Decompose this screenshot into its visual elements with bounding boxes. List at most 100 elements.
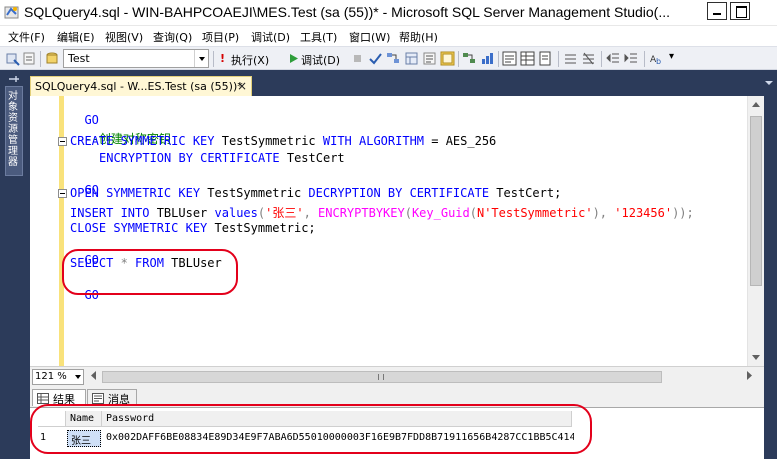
row-number-header xyxy=(38,411,66,427)
menu-debug[interactable]: 调试(D) xyxy=(251,29,290,45)
collapse-region-icon[interactable] xyxy=(58,137,67,146)
execute-button[interactable]: 执行(X) xyxy=(231,52,269,68)
code-line-4: ENCRYPTION BY CERTIFICATE TestCert xyxy=(99,151,345,165)
debug-button[interactable]: 调试(D) xyxy=(301,52,340,68)
code-identifier: TestSymmetric xyxy=(200,186,309,200)
column-header-password[interactable]: Password xyxy=(102,411,572,427)
code-keyword: CLOSE SYMMETRIC KEY xyxy=(70,221,208,235)
specify-values-icon[interactable]: A b xyxy=(650,51,665,66)
menu-edit[interactable]: 编辑(E) xyxy=(57,29,95,45)
results-grid: Name Password 1 张三 0x002DAFF6BE08834E89D… xyxy=(30,407,764,459)
code-keyword: DECRYPTION BY CERTIFICATE xyxy=(308,186,490,200)
code-string: N'TestSymmetric' xyxy=(476,206,593,220)
ssms-app-icon xyxy=(4,6,19,19)
row-number[interactable]: 1 xyxy=(38,431,66,447)
code-identifier: TestSymmetric xyxy=(214,134,323,148)
database-select[interactable]: Test xyxy=(63,49,209,68)
cell-password[interactable]: 0x002DAFF6BE08834E89D34E9F7ABA6D55010000… xyxy=(104,431,574,447)
options-icon[interactable] xyxy=(422,51,437,66)
pin-icon[interactable] xyxy=(7,74,20,84)
menu-file[interactable]: 文件(F) xyxy=(8,29,45,45)
toolbar-separator xyxy=(644,51,645,67)
toolbar-separator xyxy=(558,51,559,67)
scroll-up-icon[interactable] xyxy=(752,101,760,107)
debug-play-icon xyxy=(290,54,298,63)
code-identifier: TestSymmetric; xyxy=(207,221,316,235)
scroll-right-icon[interactable] xyxy=(747,371,753,380)
vertical-scroll-thumb[interactable] xyxy=(750,116,762,286)
toolbar-separator xyxy=(40,51,41,67)
results-tab-strip: 结果 消息 xyxy=(30,386,764,407)
editor-status-strip: 121 % xyxy=(30,366,764,386)
toolbar-separator xyxy=(601,51,602,67)
title-bar: SQLQuery4.sql - WIN-BAHPCOAEJI\MES.Test … xyxy=(0,0,777,26)
chevron-down-icon[interactable] xyxy=(75,375,81,379)
maximize-button[interactable] xyxy=(730,2,750,20)
results-grid-icon[interactable] xyxy=(520,51,535,66)
tab-results[interactable]: 结果 xyxy=(32,389,86,406)
chevron-down-icon[interactable] xyxy=(194,50,208,67)
tab-list-dropdown-icon[interactable] xyxy=(764,78,774,88)
include-plan-icon[interactable] xyxy=(462,51,477,66)
uncomment-lines-icon[interactable] xyxy=(581,51,596,66)
toolbar-separator xyxy=(498,51,499,67)
menu-bar: 文件(F) 编辑(E) 视图(V) 查询(Q) 项目(P) 调试(D) 工具(T… xyxy=(0,26,777,46)
zoom-select[interactable]: 121 % xyxy=(32,369,84,385)
code-punct: ), xyxy=(592,206,615,220)
menu-project[interactable]: 项目(P) xyxy=(202,29,239,45)
code-function: ENCRYPTBYKEY xyxy=(318,206,405,220)
code-keyword: FROM xyxy=(135,256,164,270)
zoom-level: 121 % xyxy=(35,371,67,382)
cell-name[interactable]: 张三 xyxy=(67,430,101,447)
scroll-left-icon[interactable] xyxy=(90,371,96,380)
menu-help[interactable]: 帮助(H) xyxy=(399,29,438,45)
cancel-query-icon[interactable] xyxy=(350,51,365,66)
query-designer-icon[interactable] xyxy=(404,51,419,66)
code-identifier: TestCert; xyxy=(489,186,562,200)
code-go: GO xyxy=(84,288,99,302)
menu-query[interactable]: 查询(Q) xyxy=(153,29,192,45)
scroll-down-icon[interactable] xyxy=(752,355,760,361)
close-icon[interactable]: × xyxy=(237,79,247,93)
code-line-6: OPEN SYMMETRIC KEY TestSymmetric DECRYPT… xyxy=(70,186,561,200)
code-keyword: CREATE SYMMETRIC KEY xyxy=(70,134,215,148)
parse-check-icon[interactable] xyxy=(368,51,383,66)
code-keyword: values xyxy=(214,206,258,220)
code-punct: ( xyxy=(469,206,477,220)
code-string: '123456' xyxy=(614,206,673,220)
results-to-text-icon[interactable] xyxy=(502,51,517,66)
code-keyword: ENCRYPTION BY CERTIFICATE xyxy=(99,151,280,165)
code-punct: ( xyxy=(404,206,412,220)
connect-icon[interactable] xyxy=(5,51,20,66)
client-statistics-icon[interactable] xyxy=(480,51,495,66)
toolbar-separator xyxy=(213,51,214,67)
tab-sqlquery4[interactable]: SQLQuery4.sql - W...ES.Test (sa (55))* × xyxy=(30,76,252,96)
change-connection-icon[interactable] xyxy=(22,51,37,66)
menu-view[interactable]: 视图(V) xyxy=(105,29,143,45)
results-to-file-icon[interactable] xyxy=(538,51,553,66)
minimize-button[interactable] xyxy=(707,2,727,20)
display-plan-icon[interactable] xyxy=(386,51,401,66)
code-punct: * xyxy=(113,256,136,270)
decrease-indent-icon[interactable] xyxy=(606,51,621,66)
menu-window[interactable]: 窗口(W) xyxy=(349,29,390,45)
tab-messages[interactable]: 消息 xyxy=(87,389,137,406)
scroll-grip-icon xyxy=(378,374,384,380)
comment-lines-icon[interactable] xyxy=(563,51,578,66)
object-explorer-tab[interactable]: 对象资源管理器 xyxy=(5,86,23,176)
window-title: SQLQuery4.sql - WIN-BAHPCOAEJI\MES.Test … xyxy=(24,4,671,20)
tab-results-label: 结果 xyxy=(53,393,75,406)
collapse-region-icon[interactable] xyxy=(58,189,67,198)
horizontal-scroll-thumb[interactable] xyxy=(102,371,662,383)
tab-sqlquery4-label: SQLQuery4.sql - W...ES.Test (sa (55))* xyxy=(35,80,243,93)
column-header-name[interactable]: Name xyxy=(66,411,102,427)
toolbar-separator xyxy=(458,51,459,67)
object-explorer-tab-label: 对象资源管理器 xyxy=(8,91,18,168)
editor-vertical-scrollbar[interactable] xyxy=(747,96,764,366)
increase-indent-icon[interactable] xyxy=(624,51,639,66)
menu-tools[interactable]: 工具(T) xyxy=(300,29,337,45)
code-function: Key_Guid xyxy=(411,206,470,220)
results-to-grid-icon[interactable] xyxy=(440,51,455,66)
toolbar-overflow-icon[interactable]: ▾ xyxy=(669,51,674,62)
available-databases-icon[interactable] xyxy=(45,51,60,66)
